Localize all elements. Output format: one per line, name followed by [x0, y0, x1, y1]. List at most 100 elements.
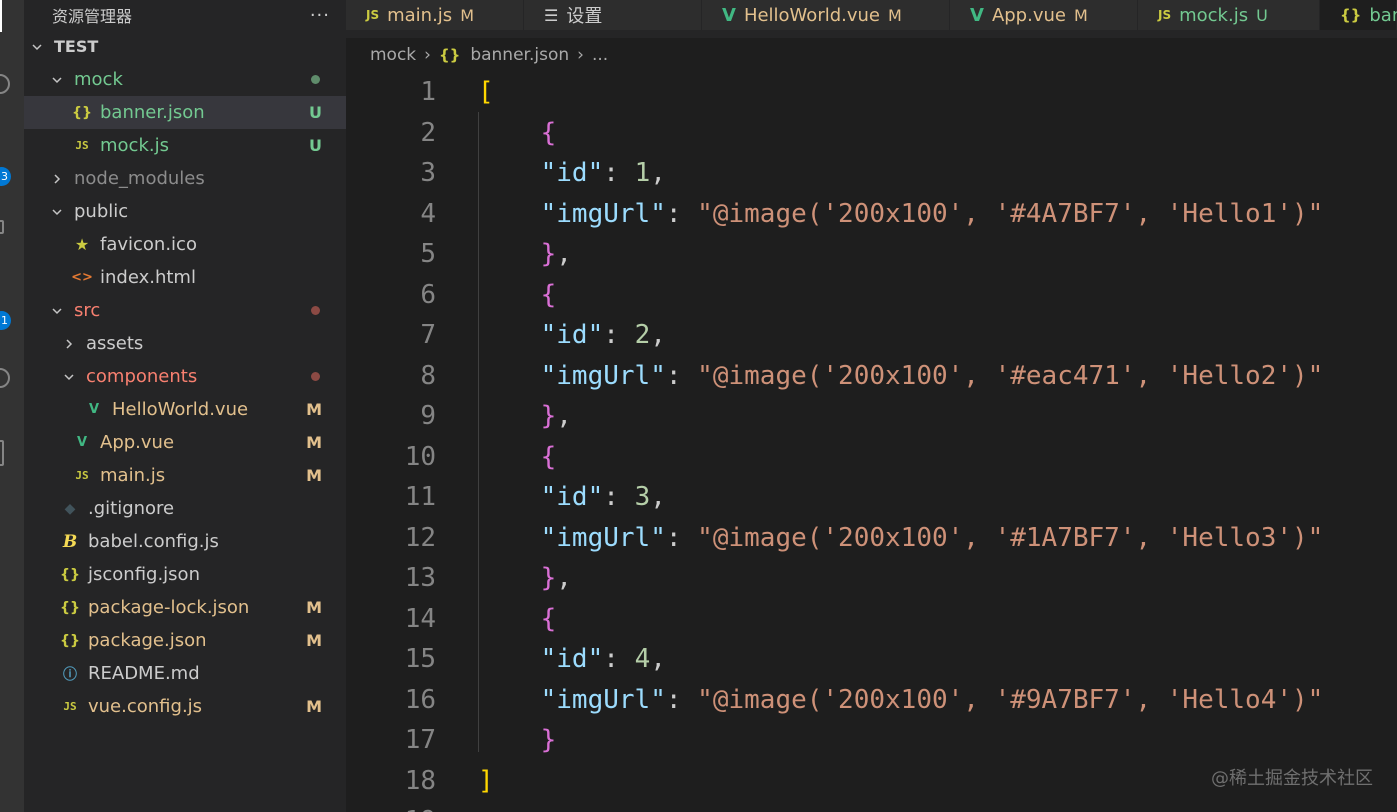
modified-dot — [311, 306, 320, 315]
file-item[interactable]: V App.vue M — [24, 426, 346, 459]
remote-icon[interactable] — [0, 368, 10, 388]
code-token: "@image('200x100', '#9A7BF7', 'Hello4')" — [697, 684, 1324, 715]
breadcrumb-file[interactable]: banner.json — [470, 45, 569, 65]
code-line: 4 "imgUrl": "@image('200x100', '#4A7BF7'… — [346, 194, 1397, 234]
html-file-icon: <> — [71, 270, 93, 285]
more-actions-icon[interactable]: ··· — [310, 5, 330, 26]
file-item[interactable]: ◆ .gitignore — [24, 492, 346, 525]
code-token: , — [650, 644, 666, 674]
tab-js[interactable]: JS mock.js U — [1138, 0, 1320, 30]
git-status-badge: M — [306, 466, 322, 485]
tab-settings[interactable]: ☰ 设置 — [524, 0, 702, 30]
chevron-down-icon — [30, 40, 44, 54]
file-item[interactable]: {} package.json M — [24, 624, 346, 657]
file-item[interactable]: JS vue.config.js M — [24, 690, 346, 723]
file-item[interactable]: {} banner.json U — [24, 96, 346, 129]
tab-js[interactable]: JS main.js M — [346, 0, 524, 30]
file-item[interactable]: ★ favicon.ico — [24, 228, 346, 261]
tab-vue[interactable]: V App.vue M — [950, 0, 1138, 30]
folder-item[interactable]: assets — [24, 327, 346, 360]
breadcrumb-more[interactable]: ... — [592, 45, 608, 65]
code-text: } — [478, 725, 557, 755]
file-item[interactable]: JS mock.js U — [24, 129, 346, 162]
favicon-star-icon: ★ — [74, 235, 90, 254]
tab-label: HelloWorld.vue — [743, 4, 881, 26]
line-number: 14 — [404, 603, 436, 634]
tree-item-label: assets — [86, 333, 144, 354]
code-token: , — [650, 158, 666, 188]
file-item[interactable]: <> index.html — [24, 261, 346, 294]
file-tree: mock {} banner.json U JS mock.js Unode_modules… — [24, 63, 346, 723]
tree-item-label: App.vue — [100, 432, 175, 453]
tree-item-label: README.md — [88, 663, 200, 684]
code-token: 2 — [634, 320, 651, 350]
line-number: 6 — [420, 279, 436, 310]
json-file-icon: {} — [60, 566, 80, 583]
code-token: 1 — [634, 158, 651, 188]
code-token: : — [665, 684, 698, 715]
folder-item[interactable]: mock — [24, 63, 346, 96]
code-text: ] — [478, 766, 494, 796]
code-token: "id" — [540, 482, 604, 512]
project-root[interactable]: TEST — [24, 30, 346, 63]
code-text: { — [478, 442, 557, 472]
code-line: 15 "id": 4, — [346, 639, 1397, 679]
code-token: { — [540, 603, 557, 634]
run-debug-icon[interactable] — [0, 220, 4, 234]
tab-git-badge: M — [460, 5, 474, 25]
file-item[interactable]: {} package-lock.json M — [24, 591, 346, 624]
code-text: { — [478, 118, 557, 148]
file-item[interactable]: Bbabel.config.js — [24, 525, 346, 558]
code-token: 3 — [634, 482, 651, 512]
breadcrumb-folder[interactable]: mock — [370, 45, 416, 65]
tree-item-label: HelloWorld.vue — [112, 399, 249, 420]
code-text: "id": 2, — [478, 320, 666, 350]
file-item[interactable]: ⓘ README.md — [24, 657, 346, 690]
code-line: 11 "id": 3, — [346, 477, 1397, 517]
tab-label: main.js — [387, 4, 453, 26]
code-line: 5 }, — [346, 234, 1397, 274]
file-item[interactable]: {} jsconfig.json — [24, 558, 346, 591]
json-file-icon: {} — [60, 599, 80, 616]
search-icon[interactable] — [0, 74, 10, 94]
code-token: : — [665, 360, 698, 391]
code-token: , — [556, 563, 572, 593]
code-token: "imgUrl" — [540, 522, 666, 553]
code-token: , — [556, 239, 572, 269]
tab-vue[interactable]: V HelloWorld.vue M — [702, 0, 950, 30]
vscode-window: 3 1 资源管理器 ··· TEST mock{} banner.json U JS m… — [0, 0, 1397, 812]
code-text: { — [478, 603, 557, 634]
folder-item[interactable]: components — [24, 360, 346, 393]
breadcrumb-separator: › — [577, 45, 584, 65]
tree-item-label: vue.config.js — [88, 696, 203, 717]
tab-json[interactable]: {} ban — [1320, 0, 1397, 30]
file-item[interactable]: JS main.js M — [24, 459, 346, 492]
folder-item[interactable]: node_modules — [24, 162, 346, 195]
code-text: "id": 4, — [478, 644, 666, 674]
folder-item[interactable]: src — [24, 294, 346, 327]
folder-item[interactable]: public — [24, 195, 346, 228]
code-line: 14 { — [346, 599, 1397, 639]
extensions-badge: 1 — [0, 311, 11, 330]
js-file-icon: JS — [1158, 8, 1172, 22]
code-text: "imgUrl": "@image('200x100', '#1A7BF7', … — [478, 522, 1324, 553]
panel-icon[interactable] — [0, 440, 4, 466]
tab-label: mock.js — [1179, 4, 1249, 26]
chevron-down-icon — [62, 370, 76, 384]
code-editor[interactable]: 1[2 {3 "id": 1, 4 "imgUrl": "@image('200x… — [346, 72, 1397, 812]
code-line: 9 }, — [346, 396, 1397, 436]
tree-item-label: mock — [74, 69, 123, 90]
line-number: 18 — [404, 765, 436, 796]
code-text: "imgUrl": "@image('200x100', '#9A7BF7', … — [478, 684, 1324, 715]
code-token: } — [540, 239, 557, 269]
activity-bar: 3 1 — [0, 0, 24, 812]
file-item[interactable]: V HelloWorld.vue M — [24, 393, 346, 426]
code-token: "id" — [540, 644, 604, 674]
git-status-badge: M — [306, 598, 322, 617]
code-token: [ — [478, 77, 494, 107]
line-number: 17 — [404, 725, 436, 755]
code-token: "imgUrl" — [540, 684, 666, 715]
chevron-down-icon — [50, 304, 64, 318]
